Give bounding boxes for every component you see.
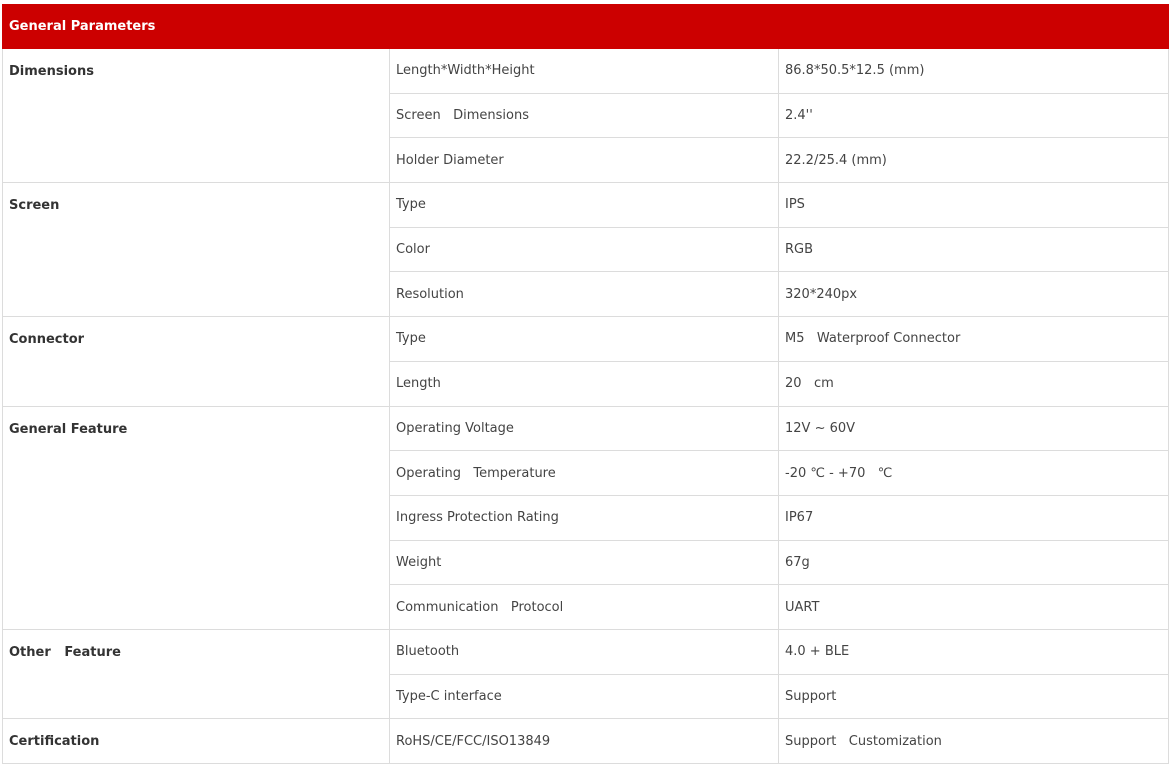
value-cell: IPS [777,182,1170,228]
param-cell: Communication Protocol [389,584,779,630]
group-certification: Certification [2,718,390,764]
spec-table: General Parameters Dimensions Length*Wid… [1,4,1170,764]
group-connector: Connector [2,316,390,407]
param-cell: Holder Diameter [389,137,779,184]
value-cell: 20 cm [777,360,1170,407]
value-cell: 4.0 + BLE [777,628,1170,675]
value-cell: 320*240px [777,271,1170,318]
value-cell: 22.2/25.4 (mm) [777,137,1170,184]
value-cell: 2.4'' [777,92,1170,139]
group-general-feature: General Feature [2,405,390,630]
table-row: Screen Type IPS [2,182,1170,318]
group-dimensions: Dimensions [2,47,390,184]
table-row: Other Feature Bluetooth 4.0 + BLE [2,628,1170,720]
param-cell: Bluetooth [389,628,779,675]
value-cell: 86.8*50.5*12.5 (mm) [777,48,1170,94]
value-cell: UART [777,584,1170,630]
param-cell: Type-C interface [389,673,779,720]
value-cell: Support [777,673,1170,720]
param-cell: RoHS/CE/FCC/ISO13849 [389,718,779,764]
param-cell: Length [389,360,779,407]
value-cell: M5 Waterproof Connector [777,316,1170,362]
table-row: Dimensions Length*Width*Height 86.8*50.5… [2,47,1170,184]
value-cell: -20 ℃ - +70 ℃ [777,450,1170,496]
table-title: General Parameters [1,4,1170,49]
param-cell: Color [389,226,779,273]
param-cell: Ingress Protection Rating [389,494,779,541]
param-cell: Screen Dimensions [389,92,779,139]
param-cell: Resolution [389,271,779,318]
param-cell: Length*Width*Height [389,48,779,94]
param-cell: Type [389,316,779,362]
group-screen: Screen [2,182,390,318]
param-cell: Weight [389,539,779,586]
table-row: General Feature Operating Voltage 12V ~ … [2,405,1170,630]
value-cell: 67g [777,539,1170,586]
param-cell: Operating Voltage [389,405,779,452]
table-header-row: General Parameters [1,4,1170,49]
table-row: Connector Type M5 Waterproof Connector [2,316,1170,407]
value-cell: IP67 [777,494,1170,541]
value-cell: RGB [777,226,1170,273]
param-cell: Operating Temperature [389,450,779,496]
param-cell: Type [389,182,779,228]
group-other-feature: Other Feature [2,628,390,720]
table-row: Certification RoHS/CE/FCC/ISO13849 Suppo… [2,718,1170,764]
value-cell: 12V ~ 60V [777,405,1170,452]
value-cell: Support Customization [777,718,1170,764]
